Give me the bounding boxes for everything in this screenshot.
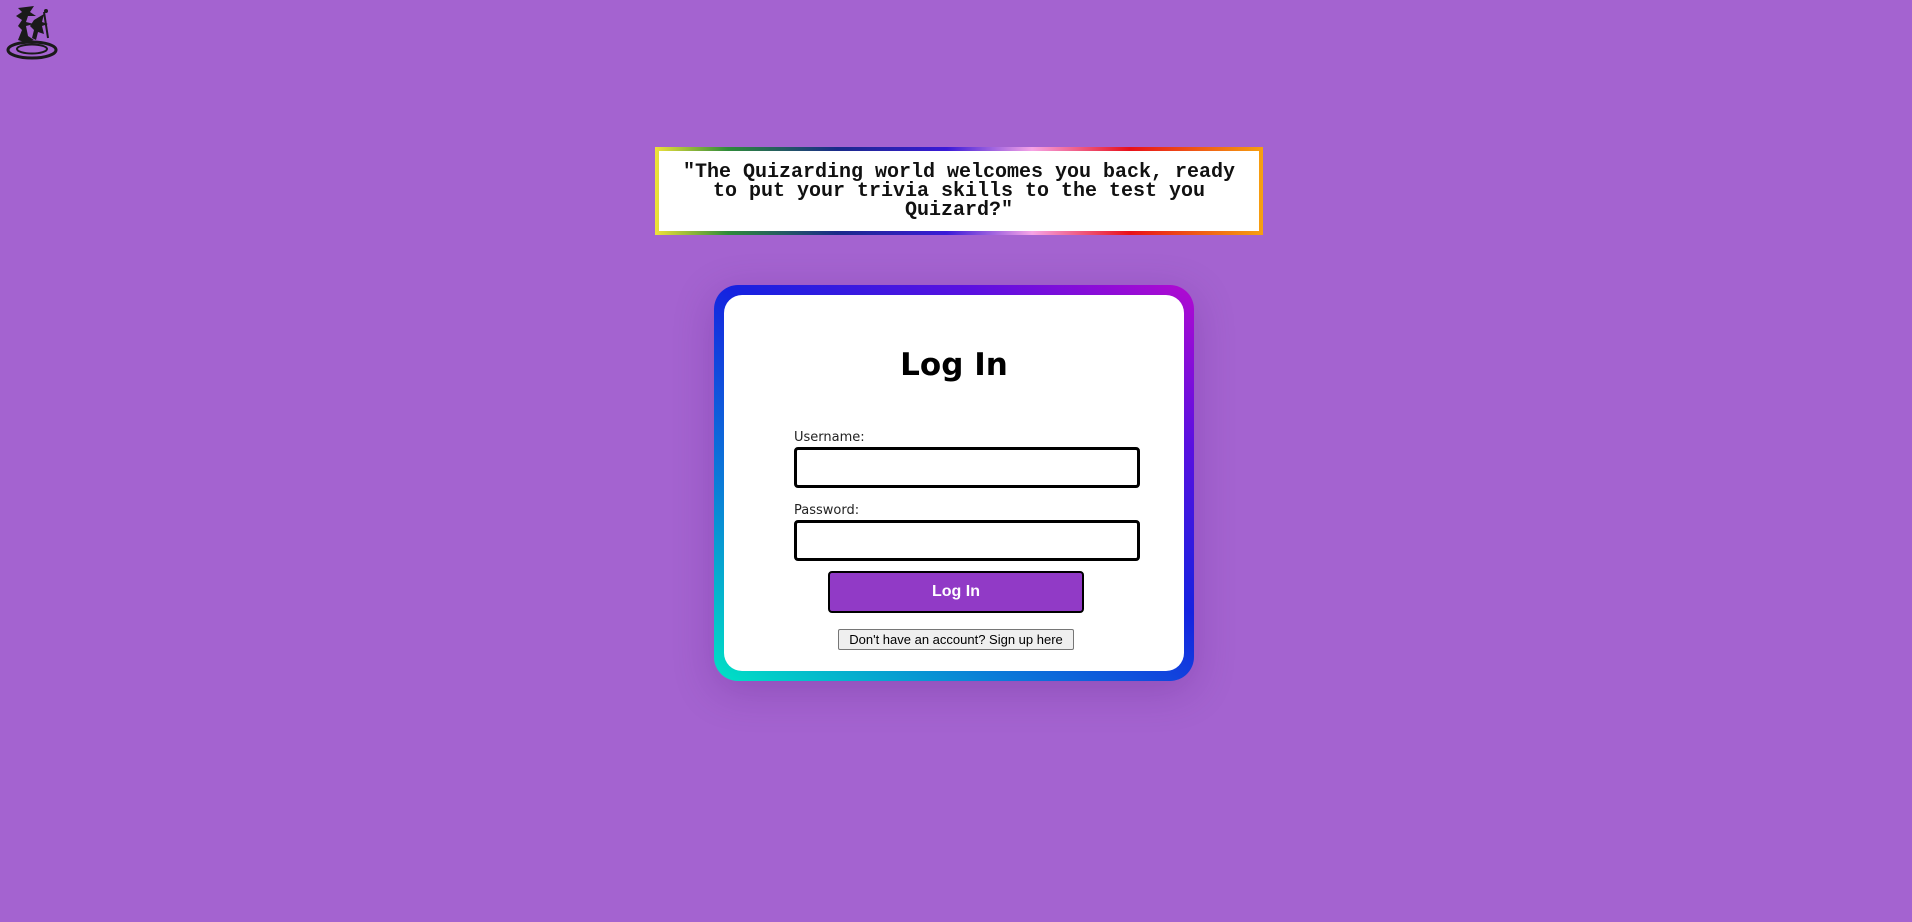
welcome-banner-inner: "The Quizarding world welcomes you back,… (659, 151, 1259, 231)
welcome-message: "The Quizarding world welcomes you back,… (682, 160, 1236, 222)
username-label: Username: (794, 430, 865, 445)
quizard-logo-icon (4, 2, 60, 64)
login-card-frame: Log In Username: Password: Log In Don't … (714, 285, 1194, 681)
welcome-banner: "The Quizarding world welcomes you back,… (655, 147, 1263, 235)
password-input[interactable] (794, 520, 1140, 561)
password-label: Password: (794, 503, 860, 518)
login-title: Log In (900, 347, 1008, 383)
username-input[interactable] (794, 447, 1140, 488)
login-card: Log In Username: Password: Log In Don't … (724, 295, 1184, 671)
login-button[interactable]: Log In (828, 571, 1084, 613)
signup-link-button[interactable]: Don't have an account? Sign up here (838, 629, 1074, 650)
